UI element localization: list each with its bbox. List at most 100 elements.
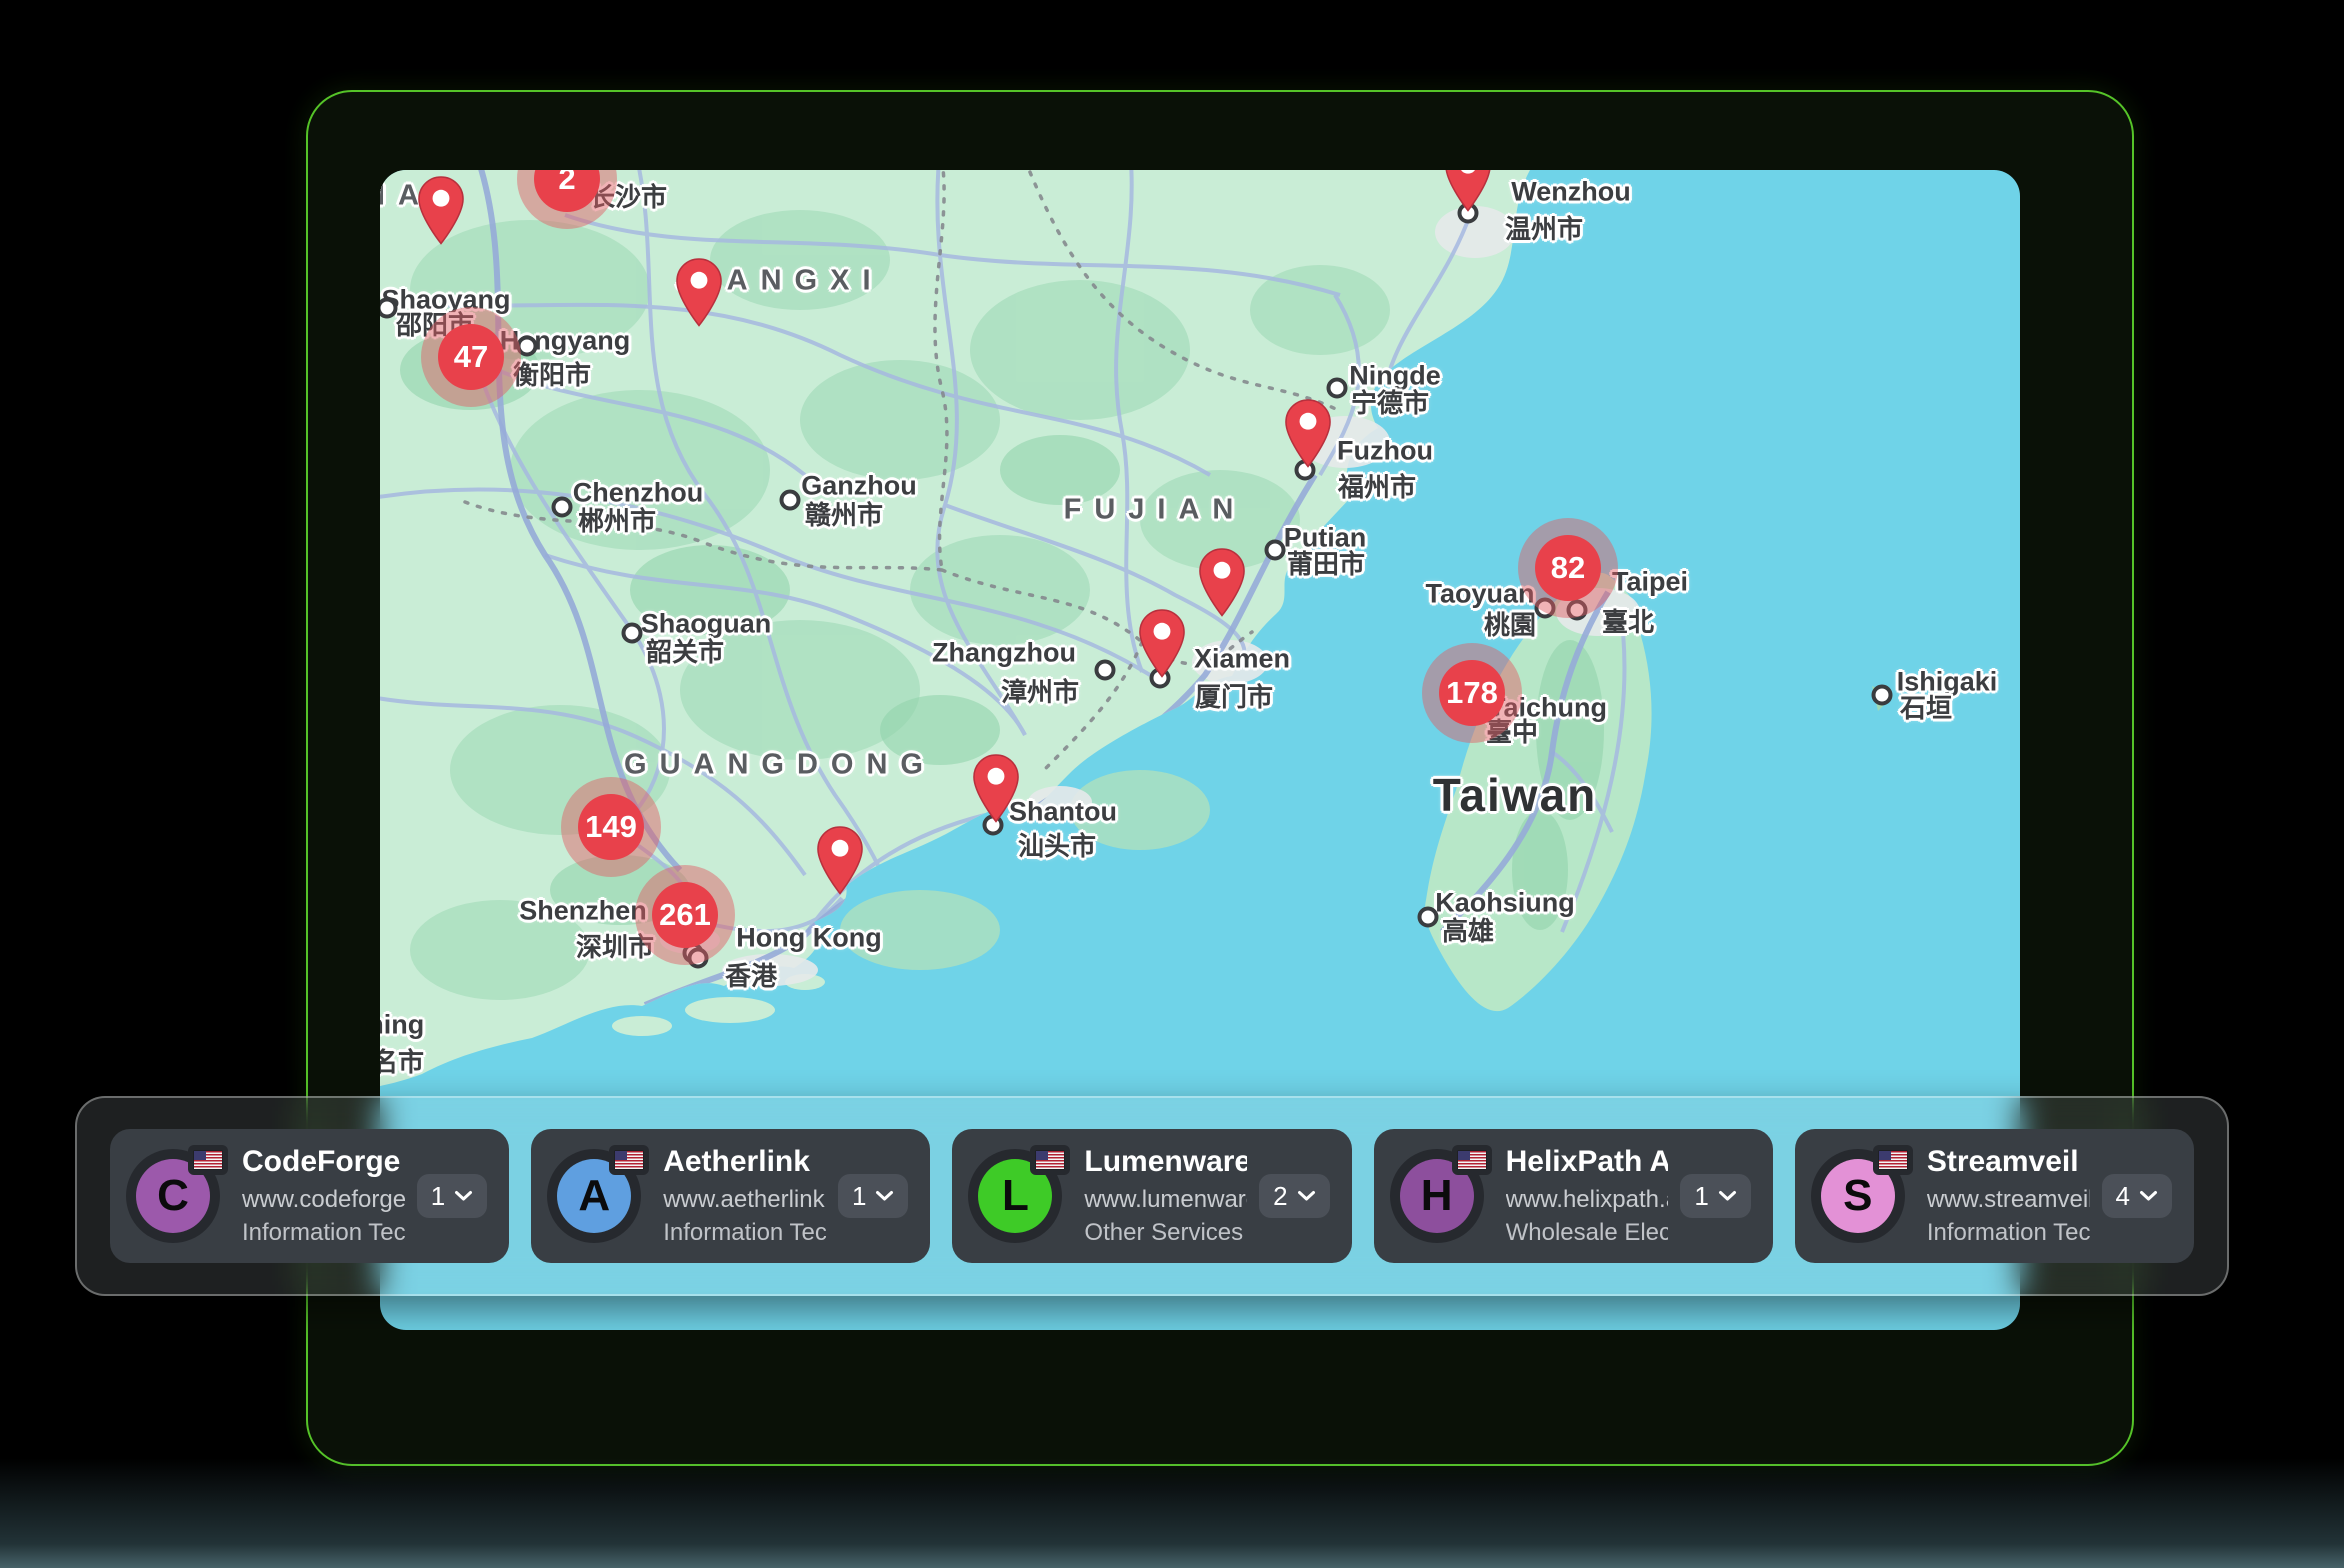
- map-city-label-cn: 茂名市: [380, 1049, 424, 1075]
- company-url[interactable]: www.lumenware.io: [1084, 1186, 1247, 1214]
- company-name: HelixPath AI: [1506, 1145, 1669, 1179]
- map-city-label-cn: 臺北: [1602, 609, 1654, 635]
- company-name: Streamveil: [1927, 1145, 2090, 1179]
- location-count-dropdown[interactable]: 1: [1680, 1174, 1750, 1218]
- company-name: Lumenware: [1084, 1145, 1247, 1179]
- map-city-label: Maoming: [380, 1012, 424, 1039]
- chevron-down-icon: [2139, 1190, 2158, 1202]
- chevron-down-icon: [1297, 1190, 1316, 1202]
- chevron-down-icon: [1718, 1190, 1737, 1202]
- location-pin-icon[interactable]: [1445, 170, 1491, 212]
- company-url[interactable]: www.streamveil.com: [1927, 1186, 2090, 1214]
- city-dot-marker[interactable]: [622, 623, 643, 644]
- city-dot-marker[interactable]: [1418, 907, 1439, 928]
- map-country-label: Taiwan: [1433, 772, 1598, 818]
- location-pin-icon[interactable]: [973, 754, 1019, 823]
- map-city-label-cn: 漳州市: [1001, 679, 1079, 705]
- company-url[interactable]: www.codeforge…: [242, 1186, 405, 1214]
- map-city-label-cn: 臺中: [1486, 719, 1538, 745]
- company-info: Lumenwarewww.lumenware.ioOther Services …: [1084, 1145, 1247, 1247]
- chevron-down-icon: [454, 1190, 473, 1202]
- city-dot-marker[interactable]: [688, 948, 709, 969]
- cluster-marker[interactable]: 47: [438, 324, 504, 390]
- location-count-dropdown[interactable]: 1: [838, 1174, 908, 1218]
- company-name: Aetherlink: [663, 1145, 826, 1179]
- map-city-label-cn: 赣州市: [805, 502, 883, 528]
- location-count: 2: [1273, 1181, 1287, 1212]
- ambient-reflection: [0, 1458, 2344, 1568]
- company-card-helixpath-ai[interactable]: H HelixPath AI www.helixpath.ai Wholesale E…: [1374, 1129, 1773, 1263]
- city-dot-marker[interactable]: [1265, 540, 1286, 561]
- us-flag-icon: [1879, 1151, 1907, 1169]
- map-city-label: Chenzhou: [573, 480, 703, 507]
- map-city-label-cn: 郴州市: [578, 508, 656, 534]
- country-flag-badge: [609, 1145, 649, 1175]
- company-card-streamveil[interactable]: SStreamveilwww.streamveil.comInformation…: [1795, 1129, 2194, 1263]
- city-dot-marker[interactable]: [517, 336, 538, 357]
- map-city-label: Zhangzhou: [932, 640, 1076, 667]
- location-count-dropdown[interactable]: 2: [1259, 1174, 1329, 1218]
- city-dot-marker[interactable]: [1535, 598, 1556, 619]
- city-dot-marker[interactable]: [1095, 660, 1116, 681]
- location-count-dropdown[interactable]: 4: [2102, 1174, 2172, 1218]
- company-name: CodeForge: [242, 1145, 405, 1179]
- map-city-label-cn: 香港: [725, 963, 777, 989]
- map-city-label: Shenzhen: [519, 898, 647, 925]
- city-dot-marker[interactable]: [780, 490, 801, 511]
- company-card-lumenware[interactable]: LLumenwarewww.lumenware.ioOther Services…: [952, 1129, 1351, 1263]
- location-pin-icon[interactable]: [817, 826, 863, 895]
- location-pin-icon[interactable]: [1199, 548, 1245, 617]
- company-avatar: H: [1390, 1149, 1484, 1243]
- company-card-codeforge[interactable]: CCodeForgewww.codeforge…Information Tec……: [110, 1129, 509, 1263]
- us-flag-icon: [194, 1151, 222, 1169]
- map-city-label: Hong Kong: [736, 925, 881, 952]
- map-city-label-cn: 温州市: [1505, 216, 1583, 242]
- location-count: 4: [2116, 1181, 2130, 1212]
- company-cards-bar: CCodeForgewww.codeforge…Information Tec……: [75, 1096, 2229, 1296]
- location-pin-icon[interactable]: [1285, 399, 1331, 468]
- location-count: 1: [1694, 1181, 1708, 1212]
- cluster-marker[interactable]: 261: [652, 882, 718, 948]
- map-city-label: Kaohsiung: [1435, 890, 1575, 917]
- city-dot-marker[interactable]: [1872, 685, 1893, 706]
- company-url[interactable]: www.aetherlink…: [663, 1186, 826, 1214]
- map-city-label: Putian: [1284, 525, 1367, 552]
- map-city-label: Xiamen: [1194, 646, 1290, 673]
- location-pin-icon[interactable]: [676, 258, 722, 327]
- company-avatar: L: [968, 1149, 1062, 1243]
- location-count-dropdown[interactable]: 1: [417, 1174, 487, 1218]
- country-flag-badge: [188, 1145, 228, 1175]
- company-url[interactable]: www.helixpath.ai: [1506, 1186, 1669, 1214]
- company-avatar: S: [1811, 1149, 1905, 1243]
- company-info: HelixPath AI www.helixpath.ai Wholesale El…: [1506, 1145, 1669, 1247]
- chevron-down-icon: [875, 1190, 894, 1202]
- company-industry: Wholesale Electronic…: [1506, 1219, 1669, 1247]
- map-city-label: Shaoguan: [641, 611, 772, 638]
- cluster-marker[interactable]: 149: [578, 794, 644, 860]
- map-city-label: Ishigaki: [1897, 669, 1998, 696]
- country-flag-badge: [1452, 1145, 1492, 1175]
- map-city-label: Ningde: [1349, 363, 1441, 390]
- company-avatar: A: [547, 1149, 641, 1243]
- cluster-marker[interactable]: 178: [1439, 660, 1505, 726]
- map-city-label: Wenzhou: [1511, 179, 1630, 206]
- cluster-marker[interactable]: 82: [1535, 535, 1601, 601]
- location-pin-icon[interactable]: [418, 176, 464, 245]
- company-industry: Information Tec…: [663, 1219, 826, 1247]
- city-dot-marker[interactable]: [1567, 600, 1588, 621]
- company-info: Streamveilwww.streamveil.comInformation …: [1927, 1145, 2090, 1247]
- location-pin-icon[interactable]: [1139, 609, 1185, 678]
- map-city-label-cn: 深圳市: [576, 934, 654, 960]
- map-city-label: Ganzhou: [801, 473, 917, 500]
- company-card-aetherlink[interactable]: A Aetherlink www.aetherlink… Information Te…: [531, 1129, 930, 1263]
- location-count: 1: [852, 1181, 866, 1212]
- map-city-label-cn: 石垣: [1900, 695, 1952, 721]
- company-info: CodeForgewww.codeforge…Information Tec…: [242, 1145, 405, 1247]
- map-city-label-cn: 韶关市: [646, 639, 724, 665]
- city-dot-marker[interactable]: [552, 497, 573, 518]
- map-city-label-cn: 汕头市: [1018, 833, 1096, 859]
- map-city-label-cn: 衡阳市: [513, 362, 591, 388]
- map-province-label: GUANGDONG: [624, 751, 936, 780]
- city-dot-marker[interactable]: [1327, 378, 1348, 399]
- map-city-label-cn: 厦门市: [1195, 684, 1273, 710]
